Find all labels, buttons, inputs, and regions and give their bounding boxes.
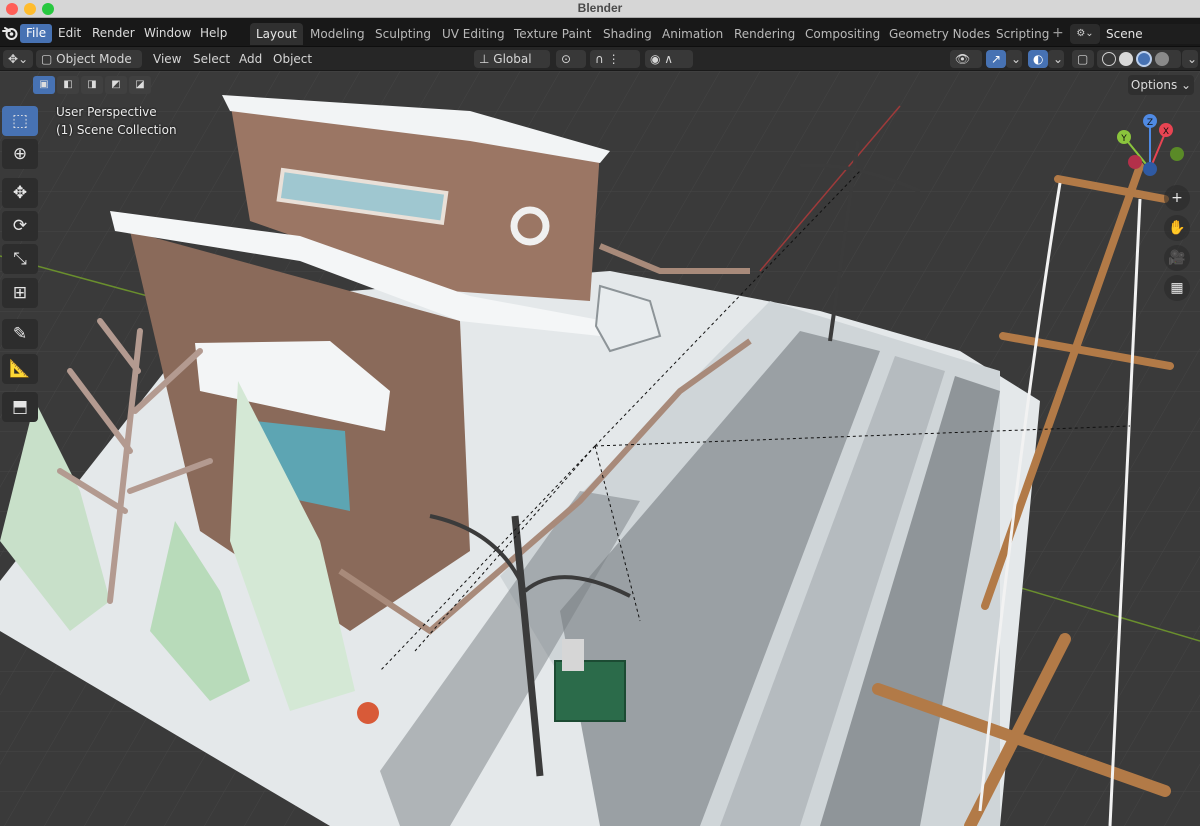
rendered-shading-icon[interactable]: [1155, 52, 1169, 66]
pivot-icon: ⊙: [561, 52, 572, 66]
perspective-toggle-icon[interactable]: ▦: [1164, 275, 1190, 301]
menu-help[interactable]: Help: [194, 24, 233, 43]
transform-orientation-dropdown[interactable]: ⊥ Global ⌄: [474, 50, 550, 84]
chevron-down-icon: ⌄: [1085, 28, 1094, 39]
scene-render: [0, 71, 1200, 826]
gizmo-neg-y-icon[interactable]: [1170, 147, 1184, 161]
select-invert-icon[interactable]: ◩: [105, 76, 127, 94]
scale-tool-icon[interactable]: ⤡: [2, 244, 38, 274]
visibility-button[interactable]: 👁: [950, 50, 982, 68]
cursor-tool-icon[interactable]: ⊕: [2, 139, 38, 169]
object-mode-icon: ▢: [41, 52, 53, 66]
proportional-icon: ◉ ∧: [650, 52, 674, 66]
menu-file[interactable]: File: [20, 24, 53, 43]
tab-shading[interactable]: Shading: [597, 23, 658, 45]
tab-sculpting[interactable]: Sculpting: [369, 23, 437, 45]
xray-button[interactable]: ▢: [1072, 50, 1094, 68]
gizmo-neg-x-icon[interactable]: [1128, 155, 1142, 169]
orientation-label: Global: [493, 52, 532, 66]
selection-mode-group: ▣ ◧ ◨ ◩ ◪: [33, 76, 151, 94]
eye-icon: 👁: [955, 52, 971, 66]
scene-icon: ⚙: [1076, 28, 1086, 39]
magnet-icon: ∩ ⋮: [595, 52, 620, 66]
rotate-tool-icon[interactable]: ⟳: [2, 211, 38, 241]
object-mode-label: Object Mode: [56, 52, 132, 66]
top-bar: File Edit Render Window Help Layout Mode…: [0, 18, 1200, 47]
shading-mode-group: [1097, 50, 1181, 68]
3d-viewport[interactable]: ▣ ◧ ◨ ◩ ◪ User Perspective (1) Scene Col…: [0, 71, 1200, 826]
wireframe-shading-icon[interactable]: [1102, 52, 1116, 66]
blender-logo-icon[interactable]: [2, 25, 18, 41]
measure-tool-icon[interactable]: 📐: [2, 354, 38, 384]
move-tool-icon[interactable]: ✥: [2, 178, 38, 208]
gizmo-z-label: Z: [1147, 118, 1153, 128]
shading-dropdown-button[interactable]: ⌄: [1182, 50, 1198, 68]
select-extend-icon[interactable]: ◧: [57, 76, 79, 94]
hand-pan-icon[interactable]: ✋: [1164, 215, 1190, 241]
gizmo-neg-z-icon[interactable]: [1143, 162, 1157, 176]
material-shading-icon[interactable]: [1136, 51, 1152, 67]
mailbox-sign: [562, 639, 584, 671]
overlays-toggle-button[interactable]: ◐: [1028, 50, 1048, 68]
menu-select[interactable]: Select: [193, 51, 230, 67]
options-dropdown[interactable]: Options ⌄: [1128, 75, 1194, 95]
select-intersect-icon[interactable]: ◪: [129, 76, 151, 94]
chevron-down-icon: ⌄: [1053, 52, 1064, 66]
menu-window[interactable]: Window: [138, 24, 197, 43]
editor-type-button[interactable]: ✥⌄: [3, 50, 33, 68]
gizmo-dropdown-button[interactable]: ⌄: [1006, 50, 1022, 68]
tab-modeling[interactable]: Modeling: [304, 23, 371, 45]
tab-layout[interactable]: Layout: [250, 23, 303, 45]
menu-add[interactable]: Add: [239, 51, 262, 67]
solid-shading-icon[interactable]: [1119, 52, 1133, 66]
chevron-down-icon: ⌄: [1011, 52, 1022, 66]
tab-texture-paint[interactable]: Texture Paint: [508, 23, 597, 45]
overlays-dropdown-button[interactable]: ⌄: [1048, 50, 1064, 68]
add-workspace-icon[interactable]: +: [1052, 25, 1064, 41]
add-cube-tool-icon[interactable]: ⬒: [2, 392, 38, 422]
select-new-icon[interactable]: ▣: [33, 76, 55, 94]
select-subtract-icon[interactable]: ◨: [81, 76, 103, 94]
fire-hydrant: [357, 702, 379, 724]
options-label: Options: [1130, 78, 1178, 92]
chevron-down-icon: ⌄: [1181, 78, 1192, 92]
tab-geometry-nodes[interactable]: Geometry Nodes: [883, 23, 996, 45]
view-name-label: User Perspective: [56, 105, 157, 119]
gizmo-x-label: X: [1163, 127, 1169, 137]
overlays-icon: ◐: [1033, 52, 1044, 66]
transform-tool-icon[interactable]: ⊞: [2, 278, 38, 308]
tab-scripting[interactable]: Scripting: [990, 23, 1055, 45]
collection-label: (1) Scene Collection: [56, 123, 177, 137]
annotate-tool-icon[interactable]: ✎: [2, 319, 38, 349]
chevron-down-icon: ⌄: [18, 52, 29, 66]
menu-render[interactable]: Render: [86, 24, 141, 43]
chevron-down-icon: ⌄: [1187, 52, 1198, 66]
gizmo-icon: ↗: [991, 52, 1002, 66]
snapping-button[interactable]: ∩ ⋮: [590, 50, 640, 68]
tab-compositing[interactable]: Compositing: [799, 23, 886, 45]
select-box-tool-icon[interactable]: ⬚: [2, 106, 38, 136]
tab-rendering[interactable]: Rendering: [728, 23, 801, 45]
gizmo-y-label: Y: [1120, 134, 1127, 144]
xray-icon: ▢: [1077, 52, 1089, 66]
tab-uv-editing[interactable]: UV Editing: [436, 23, 511, 45]
scene-name-field[interactable]: Scene: [1100, 24, 1200, 44]
move-gizmo-icon: ✥: [8, 52, 19, 66]
menu-view[interactable]: View: [153, 51, 181, 67]
object-mode-dropdown[interactable]: ▢ Object Mode ⌄: [36, 50, 142, 84]
window-titlebar: Blender: [0, 0, 1200, 18]
pivot-point-button[interactable]: ⊙: [556, 50, 586, 68]
orientation-icon: ⊥: [479, 52, 490, 66]
menu-object[interactable]: Object: [273, 51, 312, 67]
menu-edit[interactable]: Edit: [52, 24, 87, 43]
viewport-header: ✥⌄ ▢ Object Mode ⌄ View Select Add Objec…: [0, 47, 1200, 84]
tab-animation[interactable]: Animation: [656, 23, 729, 45]
zoom-icon[interactable]: +: [1164, 185, 1190, 211]
gizmo-toggle-button[interactable]: ↗: [986, 50, 1006, 68]
proportional-editing-button[interactable]: ◉ ∧: [645, 50, 693, 68]
camera-view-icon[interactable]: 🎥: [1164, 245, 1190, 271]
scene-selector-button[interactable]: ⚙⌄: [1070, 24, 1100, 44]
window-title: Blender: [577, 1, 623, 15]
